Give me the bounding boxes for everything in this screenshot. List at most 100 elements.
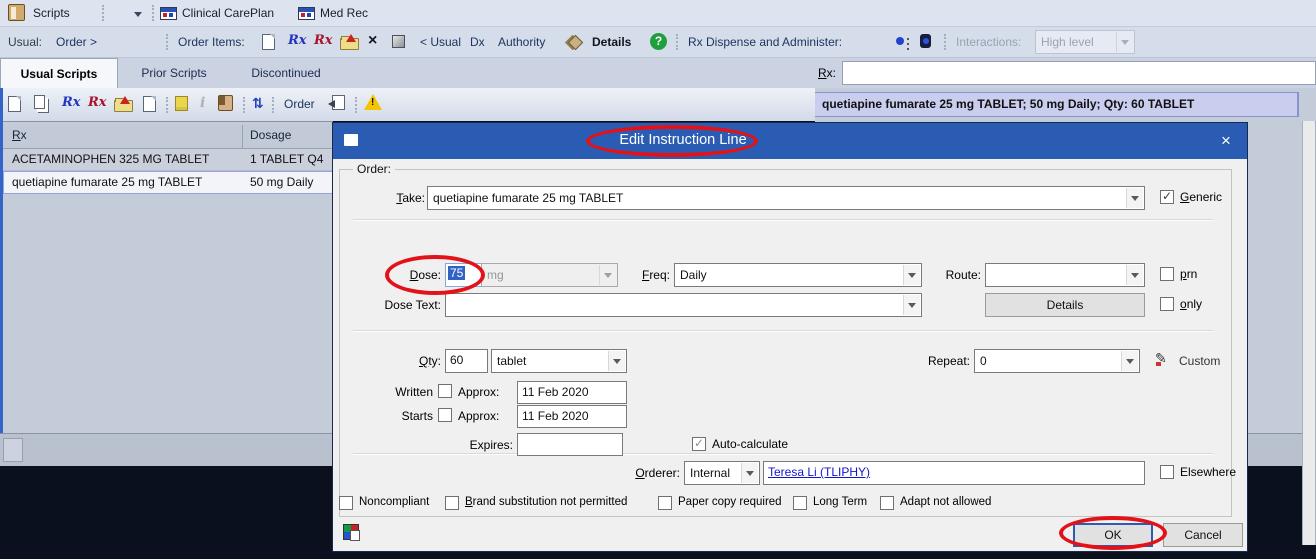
chevron-down-icon[interactable]	[1126, 188, 1143, 208]
written-checkbox[interactable]	[438, 384, 452, 398]
order-menu[interactable]: Order >	[56, 35, 97, 49]
administer-bottle-icon[interactable]	[920, 34, 931, 48]
tab-discontinued[interactable]: Discontinued	[230, 58, 342, 88]
only-checkbox[interactable]	[1160, 297, 1174, 311]
tab-usual-scripts[interactable]: Usual Scripts	[0, 58, 118, 88]
qty-input[interactable]: 60	[445, 349, 488, 373]
new-script-icon[interactable]	[8, 96, 21, 112]
table-row[interactable]: ACETAMINOPHEN 325 MG TABLET 1 TABLET Q4	[3, 149, 333, 171]
chevron-down-icon[interactable]	[741, 463, 758, 483]
import-folder-icon[interactable]	[340, 34, 359, 50]
take-select[interactable]: quetiapine fumarate 25 mg TABLET	[427, 186, 1145, 210]
authority-link[interactable]: Authority	[498, 35, 545, 49]
noncompliant-label[interactable]: Noncompliant	[359, 496, 429, 508]
brand-substitution-checkbox[interactable]	[445, 496, 459, 510]
paper-copy-checkbox[interactable]	[658, 496, 672, 510]
dispense-icon[interactable]	[896, 37, 904, 45]
note-icon[interactable]	[175, 96, 188, 111]
auto-calculate-checkbox[interactable]	[692, 436, 706, 451]
dx-link[interactable]: Dx	[470, 35, 485, 49]
paper-copy-label[interactable]: Paper copy required	[678, 496, 782, 508]
cancel-button[interactable]: Cancel	[1163, 523, 1243, 547]
starts-date-field[interactable]: 11 Feb 2020	[517, 405, 627, 428]
selected-rx-summary[interactable]: quetiapine fumarate 25 mg TABLET; 50 mg …	[815, 92, 1297, 117]
chevron-down-icon[interactable]	[1126, 265, 1143, 285]
rx-red-icon[interactable]: Rx	[88, 95, 107, 111]
noncompliant-checkbox[interactable]	[339, 496, 353, 510]
elsewhere-checkbox[interactable]	[1160, 465, 1174, 479]
dose-text-select[interactable]	[445, 293, 922, 317]
warning-icon[interactable]	[364, 94, 382, 110]
orderer-link[interactable]: Teresa Li (TLIPHY)	[768, 465, 870, 479]
copy-script-icon[interactable]	[34, 95, 45, 109]
column-header-rx[interactable]: Rx	[12, 128, 27, 142]
brand-substitution-label[interactable]: Brand substitution not permitted	[465, 496, 627, 508]
column-divider	[242, 125, 243, 149]
details-link[interactable]: Details	[592, 35, 631, 49]
orderer-type-select[interactable]: Internal	[684, 461, 760, 485]
adapt-not-allowed-checkbox[interactable]	[880, 496, 894, 510]
prn-checkbox[interactable]	[1160, 267, 1174, 281]
starts-checkbox[interactable]	[438, 408, 452, 422]
custom-icon[interactable]: ✎	[1155, 350, 1167, 366]
order-button[interactable]: Order	[284, 97, 315, 111]
generic-label[interactable]: Generic	[1180, 190, 1222, 204]
repeat-select[interactable]: 0	[974, 349, 1140, 373]
edit-instruction-dialog: Edit Instruction Line × Order: Take: que…	[332, 122, 1248, 552]
custom-label[interactable]: Custom	[1179, 354, 1220, 368]
rx-dispense-label: Rx Dispense and Administer:	[688, 35, 843, 49]
only-label[interactable]: only	[1180, 297, 1202, 311]
freq-select[interactable]: Daily	[674, 263, 922, 287]
import-folder-icon[interactable]	[114, 96, 133, 112]
written-date-field[interactable]: 11 Feb 2020	[517, 381, 627, 404]
tab-prior-scripts[interactable]: Prior Scripts	[118, 58, 230, 88]
chevron-down-icon[interactable]	[134, 12, 142, 17]
details-button[interactable]: Details	[985, 293, 1145, 317]
package-icon[interactable]	[392, 35, 405, 48]
patient-icon[interactable]	[218, 95, 233, 111]
dose-input[interactable]: 75	[445, 263, 482, 287]
dose-unit-value: mg	[487, 268, 504, 282]
orderer-field[interactable]: Teresa Li (TLIPHY)	[763, 461, 1145, 485]
dialog-title-bar[interactable]: Edit Instruction Line ×	[333, 123, 1247, 159]
long-term-label[interactable]: Long Term	[813, 496, 867, 508]
auto-calculate-label[interactable]: Auto-calculate	[712, 437, 788, 451]
ok-button[interactable]: OK	[1073, 523, 1153, 547]
new-order-icon[interactable]	[262, 34, 275, 50]
qty-unit-select[interactable]: tablet	[491, 349, 627, 373]
rx-red-icon[interactable]: Rx	[314, 33, 333, 49]
generic-checkbox[interactable]	[1160, 189, 1174, 204]
details-icon	[567, 34, 584, 51]
rx-blue-icon[interactable]: Rx	[62, 95, 81, 111]
elsewhere-label[interactable]: Elsewhere	[1180, 465, 1236, 479]
tab-clinical-careplan[interactable]: Clinical CarePlan	[182, 6, 274, 20]
chevron-down-icon[interactable]	[608, 351, 625, 371]
refresh-icon[interactable]: ⇅	[252, 94, 264, 112]
rx-search-input[interactable]	[842, 61, 1316, 85]
close-icon[interactable]: ×	[1211, 128, 1241, 154]
usual-link[interactable]: < Usual	[420, 35, 461, 49]
prn-label[interactable]: prn	[1180, 267, 1197, 281]
long-term-checkbox[interactable]	[793, 496, 807, 510]
chevron-down-icon[interactable]	[1121, 351, 1138, 371]
route-select[interactable]	[985, 263, 1145, 287]
tab-med-rec[interactable]: Med Rec	[320, 6, 368, 20]
chevron-down-icon[interactable]	[903, 265, 920, 285]
column-header-dosage[interactable]: Dosage	[250, 128, 291, 142]
help-icon[interactable]: ?	[650, 33, 667, 50]
adapt-not-allowed-label[interactable]: Adapt not allowed	[900, 496, 991, 508]
separator	[243, 97, 246, 113]
written-label: Written	[395, 385, 433, 399]
expires-field[interactable]	[517, 433, 623, 456]
send-script-icon[interactable]	[328, 95, 345, 110]
table-row-selected[interactable]: quetiapine fumarate 25 mg TABLET 50 mg D…	[3, 171, 333, 194]
scrollbar-thumb[interactable]	[3, 438, 23, 462]
rx-blue-icon[interactable]: Rx	[288, 33, 307, 49]
tab-scripts[interactable]: Scripts	[33, 6, 70, 20]
delete-icon[interactable]: ×	[368, 32, 377, 50]
dialog-title: Edit Instruction Line	[619, 132, 747, 148]
vertical-scrollbar[interactable]	[1302, 121, 1316, 545]
scripts-toolbar: Rx Rx i ⇅ Order	[0, 88, 815, 121]
copy-to-icon[interactable]	[143, 96, 156, 112]
chevron-down-icon[interactable]	[903, 295, 920, 315]
